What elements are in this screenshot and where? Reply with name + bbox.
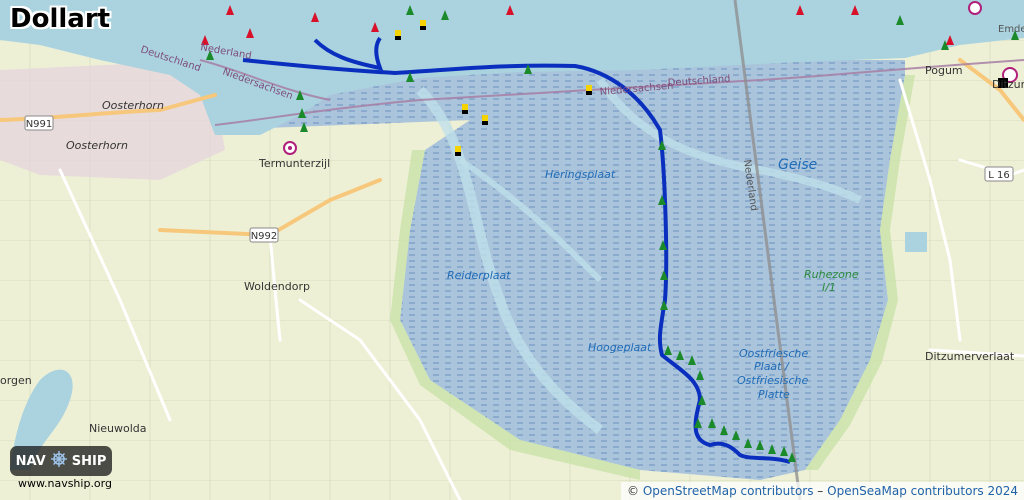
place-emden: Emden [998, 24, 1024, 35]
map-canvas[interactable]: Pogum Ditzum Emden Oosterhorn Oosterhorn… [0, 0, 1024, 500]
label-geise: Geise [778, 157, 817, 173]
place-pogum: Pogum [925, 64, 963, 77]
place-borgen: orgen [0, 374, 32, 387]
place-nieuwolda: Nieuwolda [89, 422, 147, 435]
attribution-prefix: © [627, 484, 643, 498]
harbour-icon[interactable] [283, 141, 297, 155]
road-shield-n992: N992 [249, 227, 279, 243]
road-shield-n991: N991 [24, 115, 54, 131]
label-oostfriesche-1: Oostfriesche [739, 347, 808, 360]
place-ditzum: Ditzum [992, 78, 1024, 91]
logo-text-right: SHIP [71, 453, 107, 469]
label-ruhezone: Ruhezone [804, 268, 859, 281]
attribution-separator: – [813, 484, 828, 498]
place-woldendorp: Woldendorp [244, 280, 310, 293]
place-oosterhorn: Oosterhorn [102, 99, 164, 112]
openseamap-attribution-link[interactable]: OpenSeaMap contributors 2024 [827, 484, 1018, 498]
logo-text-left: NAV [15, 453, 46, 469]
place-termunterzijl: Termunterzijl [258, 157, 330, 170]
place-ditzumerverlaat: Ditzumerverlaat [925, 350, 1015, 363]
svg-text:N992: N992 [251, 231, 278, 242]
attribution-bar: © OpenStreetMap contributors – OpenSeaMa… [621, 482, 1024, 500]
label-oostfriesche-4: Platte [758, 388, 790, 401]
label-reiderplaat: Reiderplaat [447, 269, 511, 282]
pond [905, 232, 927, 252]
svg-text:L 16: L 16 [988, 170, 1009, 181]
ship-wheel-icon [50, 450, 68, 472]
label-oostfriesche-3: Ostfriesische [737, 374, 808, 387]
label-heringsplaat: Heringsplaat [545, 168, 616, 181]
label-hoogeplaat: Hoogeplaat [588, 341, 652, 354]
place-oosterhorn-2: Oosterhorn [66, 139, 128, 152]
navship-logo[interactable]: NAV SHIP [10, 446, 112, 476]
svg-text:N991: N991 [26, 119, 53, 130]
label-oostfriesche-2: Plaat / [754, 360, 790, 373]
map-title: Dollart [10, 4, 111, 34]
logo-url[interactable]: www.navship.org [18, 477, 112, 490]
osm-attribution-link[interactable]: OpenStreetMap contributors [643, 484, 814, 498]
road-shield-l16: L 16 [984, 166, 1014, 182]
label-ruhezone-id: I/1 [822, 281, 836, 294]
